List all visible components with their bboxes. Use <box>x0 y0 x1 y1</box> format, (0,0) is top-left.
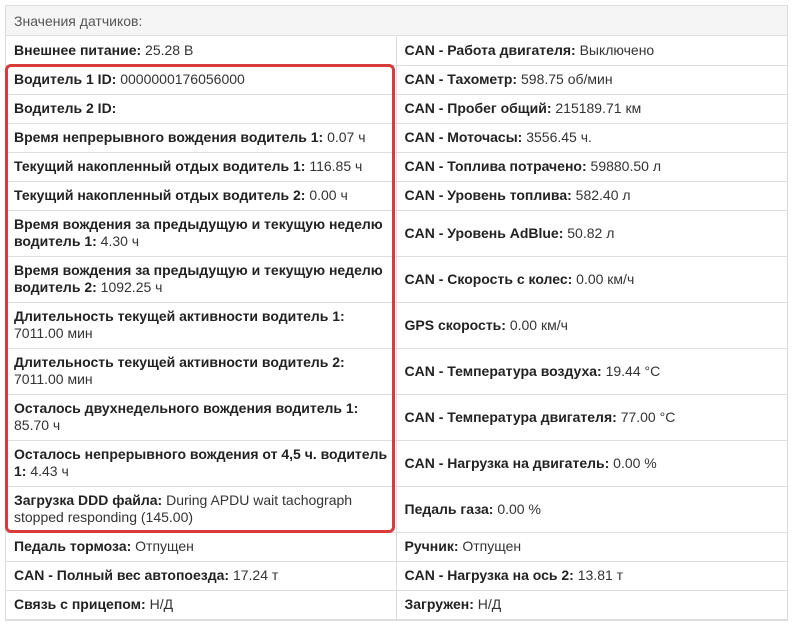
sensor-cell: Внешнее питание: 25.28 В <box>6 36 397 66</box>
sensor-cell: CAN - Работа двигателя: Выключено <box>396 36 787 66</box>
table-row: Загрузка DDD файла: During APDU wait tac… <box>6 486 787 533</box>
sensor-cell: CAN - Полный вес автопоезда: 17.24 т <box>6 561 397 591</box>
sensor-cell: Время вождения за предыдущую и текущую н… <box>6 210 397 257</box>
sensor-cell: Текущий накопленный отдых водитель 1: 11… <box>6 152 397 182</box>
table-row: Осталось двухнедельного вождения водител… <box>6 394 787 441</box>
sensor-cell: CAN - Температура двигателя: 77.00 °C <box>396 394 787 441</box>
sensor-cell: Осталось непрерывного вождения от 4,5 ч.… <box>6 440 397 487</box>
table-row: Внешнее питание: 25.28 В CAN - Работа дв… <box>6 36 787 66</box>
sensor-cell: GPS скорость: 0.00 км/ч <box>396 302 787 349</box>
table-row: Текущий накопленный отдых водитель 2: 0.… <box>6 181 787 211</box>
sensor-cell: Загружен: Н/Д <box>396 590 787 620</box>
sensor-cell: CAN - Топлива потрачено: 59880.50 л <box>396 152 787 182</box>
table-row: Водитель 1 ID: 0000000176056000 CAN - Та… <box>6 65 787 95</box>
sensor-cell: Время вождения за предыдущую и текущую н… <box>6 256 397 303</box>
sensor-cell: CAN - Тахометр: 598.75 об/мин <box>396 65 787 95</box>
table-row: Время вождения за предыдущую и текущую н… <box>6 256 787 303</box>
table-row: Длительность текущей активности водитель… <box>6 348 787 395</box>
sensor-cell: CAN - Скорость с колес: 0.00 км/ч <box>396 256 787 303</box>
sensor-cell: CAN - Уровень топлива: 582.40 л <box>396 181 787 211</box>
sensor-cell: CAN - Нагрузка на ось 2: 13.81 т <box>396 561 787 591</box>
sensor-cell: Длительность текущей активности водитель… <box>6 302 397 349</box>
sensor-cell: Ручник: Отпущен <box>396 532 787 562</box>
sensor-cell: Загрузка DDD файла: During APDU wait tac… <box>6 486 397 533</box>
sensor-values-panel: Значения датчиков: Внешнее питание: 25.2… <box>5 5 788 621</box>
sensor-table: Внешнее питание: 25.28 В CAN - Работа дв… <box>6 36 787 620</box>
sensor-cell: CAN - Пробег общий: 215189.71 км <box>396 94 787 124</box>
sensor-cell: Текущий накопленный отдых водитель 2: 0.… <box>6 181 397 211</box>
sensor-cell: Длительность текущей активности водитель… <box>6 348 397 395</box>
sensor-cell: Связь с прицепом: Н/Д <box>6 590 397 620</box>
sensor-cell: Осталось двухнедельного вождения водител… <box>6 394 397 441</box>
sensor-cell: Время непрерывного вождения водитель 1: … <box>6 123 397 153</box>
table-row: Педаль тормоза: Отпущен Ручник: Отпущен <box>6 532 787 562</box>
table-row: Водитель 2 ID: CAN - Пробег общий: 21518… <box>6 94 787 124</box>
sensor-cell: CAN - Нагрузка на двигатель: 0.00 % <box>396 440 787 487</box>
table-row: Осталось непрерывного вождения от 4,5 ч.… <box>6 440 787 487</box>
table-row: CAN - Полный вес автопоезда: 17.24 т CAN… <box>6 561 787 591</box>
table-row: Связь с прицепом: Н/Д Загружен: Н/Д <box>6 590 787 620</box>
sensor-cell: CAN - Уровень AdBlue: 50.82 л <box>396 210 787 257</box>
panel-title: Значения датчиков: <box>6 6 787 36</box>
sensor-cell: Педаль тормоза: Отпущен <box>6 532 397 562</box>
sensor-cell: Водитель 2 ID: <box>6 94 397 124</box>
table-row: Время непрерывного вождения водитель 1: … <box>6 123 787 153</box>
table-row: Текущий накопленный отдых водитель 1: 11… <box>6 152 787 182</box>
table-row: Длительность текущей активности водитель… <box>6 302 787 349</box>
table-row: Время вождения за предыдущую и текущую н… <box>6 210 787 257</box>
sensor-cell: Водитель 1 ID: 0000000176056000 <box>6 65 397 95</box>
sensor-cell: CAN - Моточасы: 3556.45 ч. <box>396 123 787 153</box>
sensor-cell: CAN - Температура воздуха: 19.44 °C <box>396 348 787 395</box>
sensor-cell: Педаль газа: 0.00 % <box>396 486 787 533</box>
